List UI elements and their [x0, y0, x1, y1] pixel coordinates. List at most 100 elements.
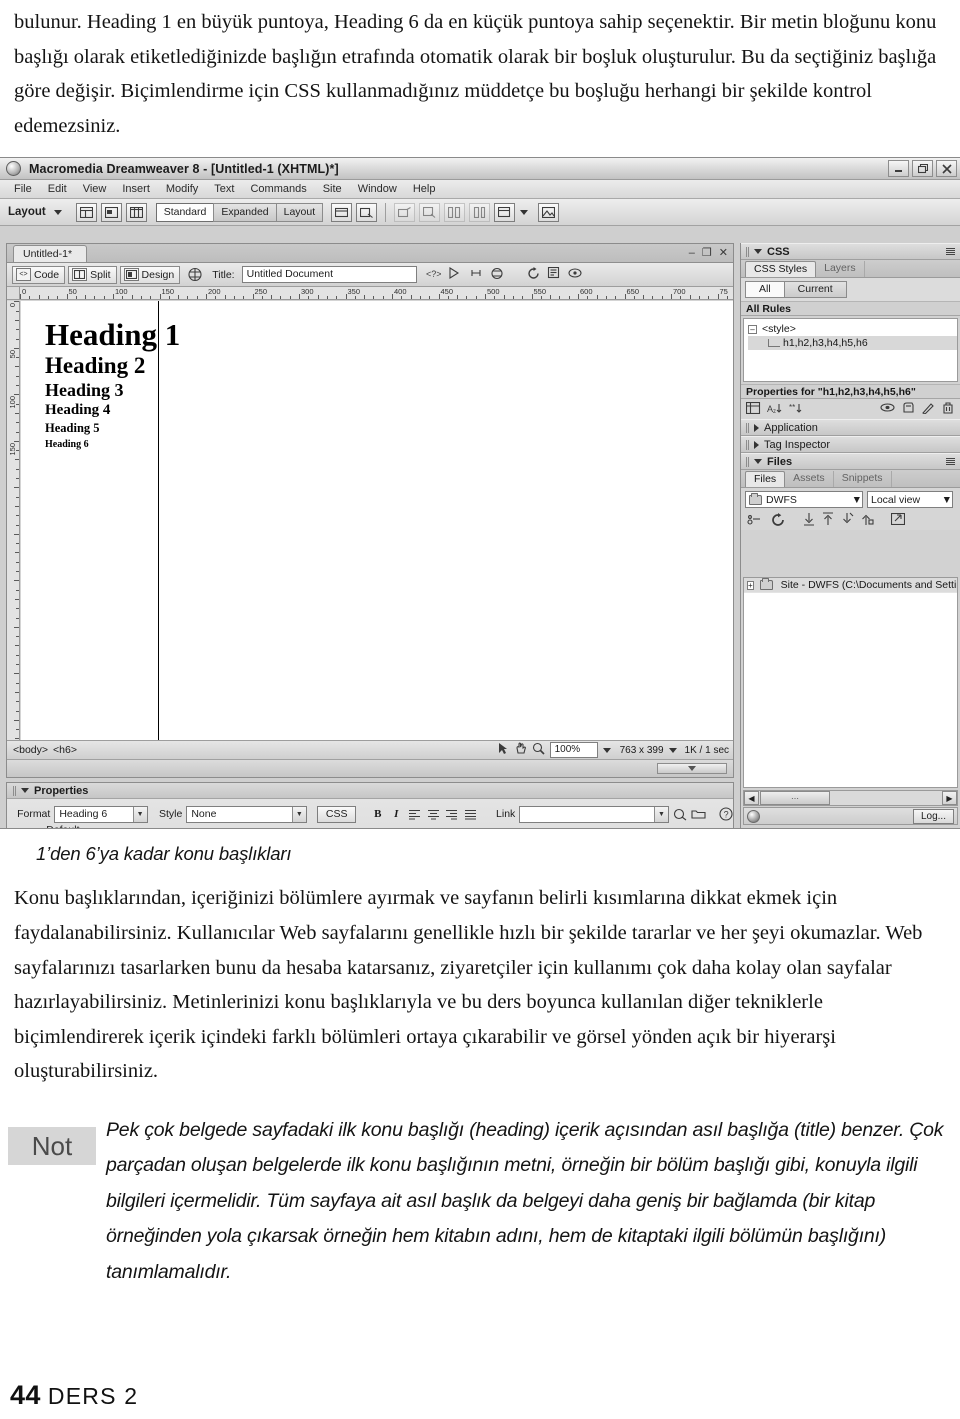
- menu-item-site[interactable]: Site: [315, 183, 350, 195]
- size-select[interactable]: None ▼: [133, 827, 179, 830]
- outdent-icon[interactable]: [343, 828, 356, 829]
- visual-aids-icon[interactable]: [568, 267, 583, 282]
- tag-selector-body[interactable]: <body>: [13, 744, 48, 756]
- document-bottom-splitter[interactable]: [7, 759, 733, 778]
- help-icon[interactable]: ?: [718, 806, 733, 823]
- design-canvas[interactable]: Heading 1 Heading 2 Heading 3 Heading 4 …: [21, 301, 733, 741]
- tab-assets[interactable]: Assets: [785, 471, 834, 488]
- put-files-icon[interactable]: [822, 512, 834, 529]
- align-right-icon[interactable]: [445, 806, 460, 823]
- insert-frameset-icon[interactable]: [419, 202, 441, 222]
- font-select[interactable]: Default Font ▼: [41, 824, 106, 829]
- site-expander-icon[interactable]: +: [747, 580, 754, 590]
- menu-item-commands[interactable]: Commands: [242, 183, 314, 195]
- layout-mode-standard[interactable]: Standard: [155, 202, 215, 222]
- layout-mode-layout[interactable]: Layout: [275, 202, 324, 222]
- application-panel-header[interactable]: Application: [741, 419, 960, 437]
- expand-collapse-icon[interactable]: [890, 513, 906, 528]
- minimize-icon[interactable]: [888, 160, 909, 178]
- connect-remote-host-icon[interactable]: [747, 513, 762, 528]
- tag-selector-h6[interactable]: <h6>: [53, 744, 77, 756]
- ordered-list-icon[interactable]: 123: [326, 828, 339, 829]
- link-input[interactable]: ▼: [519, 805, 669, 823]
- size-chevron-down-icon[interactable]: ▼: [164, 829, 178, 830]
- draw-layout-cell-icon[interactable]: [331, 202, 353, 222]
- point-to-file-icon[interactable]: [673, 806, 688, 823]
- zoom-chevron-down-icon[interactable]: [602, 747, 611, 753]
- show-list-view-icon[interactable]: Az: [767, 402, 783, 417]
- code-view-button[interactable]: <> Code: [12, 265, 66, 284]
- document-tab[interactable]: Untitled-1*: [13, 245, 88, 263]
- show-category-view-icon[interactable]: [745, 401, 761, 417]
- refresh-design-icon[interactable]: [469, 267, 483, 282]
- files-panel-collapse-icon[interactable]: [754, 459, 762, 465]
- scrollbar-thumb[interactable]: ⋯: [760, 791, 830, 806]
- horizontal-ruler-scale[interactable]: 0 50 100 150 200 250 300 350 400 450 500 550 600 650 7…: [20, 287, 733, 300]
- unordered-list-icon[interactable]: [309, 828, 322, 829]
- zoom-level-input[interactable]: 100%: [549, 742, 598, 759]
- file-management-icon[interactable]: [547, 267, 561, 282]
- scroll-right-icon[interactable]: ▶: [942, 791, 957, 806]
- live-data-icon[interactable]: [187, 267, 203, 282]
- window-size-chevron-down-icon[interactable]: [668, 747, 677, 753]
- insert-table-icon[interactable]: [75, 202, 97, 222]
- menu-item-insert[interactable]: Insert: [114, 183, 158, 195]
- text-color-swatch[interactable]: [240, 827, 253, 829]
- insert-bar-category[interactable]: Layout: [8, 206, 46, 218]
- italic-button[interactable]: I: [389, 806, 404, 823]
- application-expand-icon[interactable]: [754, 423, 759, 432]
- tree-row-style[interactable]: – <style>: [748, 322, 957, 336]
- document-close-icon[interactable]: ✕: [719, 246, 728, 259]
- format-select[interactable]: Heading 6 ▼: [54, 805, 148, 823]
- files-tree[interactable]: + Site - DWFS (C:\Documents and Settin: [743, 577, 958, 789]
- menu-item-text[interactable]: Text: [206, 183, 242, 195]
- check-out-icon[interactable]: [841, 512, 854, 529]
- document-title-input[interactable]: Untitled Document: [241, 266, 417, 284]
- files-tree-site-row[interactable]: + Site - DWFS (C:\Documents and Settin: [744, 578, 957, 594]
- css-rules-tree[interactable]: – <style> h1,h2,h3,h4,h5,h6: [743, 318, 958, 383]
- site-chevron-down-icon[interactable]: ▼: [852, 494, 862, 506]
- css-panel-collapse-icon[interactable]: [754, 249, 762, 255]
- select-tool-icon[interactable]: [497, 742, 509, 758]
- menu-item-window[interactable]: Window: [350, 183, 405, 195]
- restore-icon[interactable]: [912, 160, 933, 178]
- split-view-button[interactable]: Split: [68, 265, 117, 284]
- zoom-tool-icon[interactable]: [532, 742, 545, 758]
- preview-browser-icon[interactable]: [448, 267, 462, 282]
- target-chevron-down-icon[interactable]: ▼: [450, 829, 464, 830]
- menu-item-help[interactable]: Help: [405, 183, 444, 195]
- close-icon[interactable]: [936, 160, 957, 178]
- chevron-down-icon[interactable]: [53, 209, 62, 215]
- view-chevron-down-icon[interactable]: ▼: [942, 494, 952, 506]
- menu-item-modify[interactable]: Modify: [158, 183, 206, 195]
- ruler-origin[interactable]: [7, 287, 20, 300]
- style-select[interactable]: None ▼: [186, 805, 307, 823]
- menu-item-view[interactable]: View: [75, 183, 115, 195]
- properties-panel-header[interactable]: Properties: [7, 783, 733, 800]
- size-unit-chevron-down-icon[interactable]: ▼: [216, 829, 230, 830]
- tab-layers[interactable]: Layers: [816, 261, 865, 278]
- insert-spacer-icon[interactable]: [494, 202, 516, 222]
- splitter-thumb[interactable]: [657, 763, 727, 775]
- get-files-icon[interactable]: [803, 512, 815, 529]
- code-navigation-icon[interactable]: <?>: [426, 267, 442, 283]
- refresh-icon[interactable]: [527, 266, 540, 283]
- edit-style-icon[interactable]: [922, 402, 935, 417]
- site-select[interactable]: DWFS ▼: [745, 491, 863, 509]
- vertical-ruler[interactable]: 0 50 100 150: [7, 301, 20, 741]
- link-chevron-down-icon[interactable]: ▼: [653, 806, 668, 822]
- format-chevron-down-icon[interactable]: ▼: [132, 806, 147, 822]
- insert-column-left-icon[interactable]: [444, 202, 466, 222]
- properties-collapse-icon[interactable]: [21, 788, 29, 794]
- files-horizontal-scrollbar[interactable]: ◀ ⋯ ▶: [743, 790, 958, 807]
- window-size-value[interactable]: 763 x 399: [620, 745, 664, 756]
- hand-tool-icon[interactable]: [514, 742, 527, 758]
- align-left-icon[interactable]: [408, 806, 423, 823]
- size-unit-select[interactable]: ▼: [186, 827, 231, 830]
- justify-icon[interactable]: [463, 806, 478, 823]
- check-in-icon[interactable]: [861, 512, 874, 529]
- scroll-left-icon[interactable]: ◀: [744, 791, 759, 806]
- log-button[interactable]: Log...: [912, 808, 954, 824]
- indent-icon[interactable]: [360, 828, 373, 829]
- files-panel-header[interactable]: Files: [741, 453, 960, 471]
